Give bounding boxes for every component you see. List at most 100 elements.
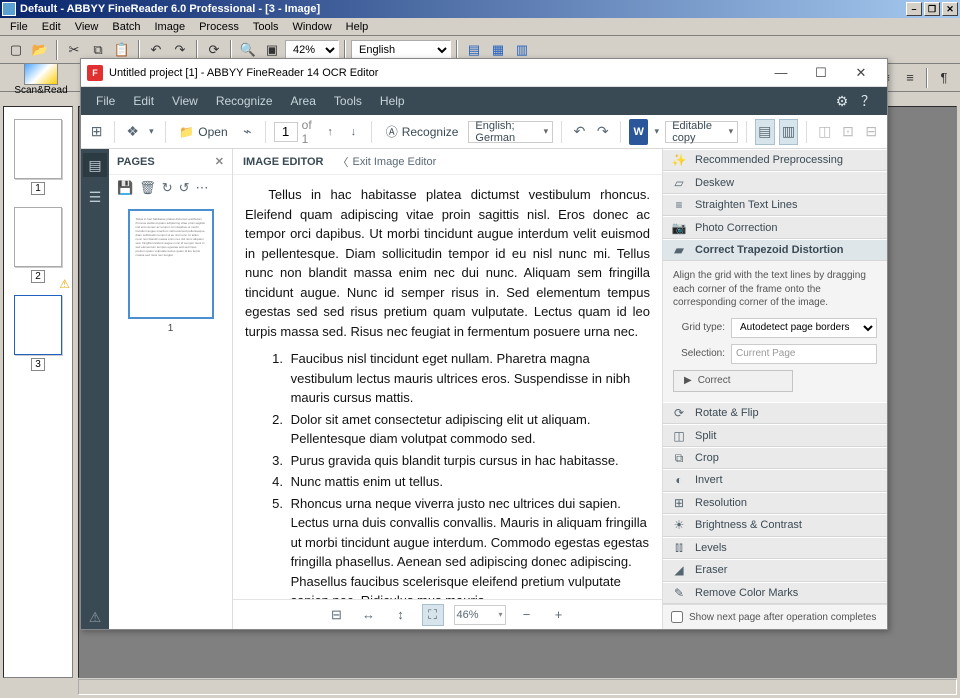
rotate-icon[interactable]: ↻ (162, 180, 173, 196)
fr6-horizontal-scrollbar[interactable] (78, 679, 957, 695)
scan-icon[interactable]: ⌁ (238, 119, 257, 145)
menu-image[interactable]: Image (148, 20, 193, 34)
selection-select[interactable]: Current Page (731, 344, 877, 364)
fr14-menu-file[interactable]: File (87, 90, 124, 112)
page-up-icon[interactable]: ↑ (320, 119, 339, 145)
fr14-menu-area[interactable]: Area (282, 90, 325, 112)
rail-pages-icon[interactable]: ▤ (83, 153, 107, 177)
zoom-in-icon[interactable]: + (548, 604, 570, 626)
tool-recommended[interactable]: ✨Recommended Preprocessing (663, 149, 887, 171)
recognize-button[interactable]: ⒶRecognize (380, 120, 465, 143)
fr14-close-button[interactable]: ✕ (841, 59, 881, 87)
menu-window[interactable]: Window (286, 20, 339, 34)
tool-brightness[interactable]: ☀Brightness & Contrast (663, 514, 887, 536)
pages-close-icon[interactable]: ✕ (215, 155, 224, 168)
restore-button[interactable]: ❐ (924, 2, 940, 16)
rail-warning-icon[interactable]: ⚠ (83, 605, 107, 629)
exit-image-editor-button[interactable]: 〈Exit Image Editor (337, 154, 436, 170)
thumb-1[interactable]: 1 (14, 119, 62, 195)
delete-icon[interactable]: 🗑 (139, 180, 156, 196)
list-item: Faucibus nisl tincidunt eget nullam. Pha… (287, 349, 650, 408)
fr14-menu-recognize[interactable]: Recognize (207, 90, 282, 112)
new-task-icon[interactable]: ⊞ (87, 119, 106, 145)
fit-vert-icon[interactable]: ↕ (390, 604, 412, 626)
page-thumbnail-1[interactable]: Tellus in hac habitasse platea dictumst … (128, 209, 214, 319)
tool-colormarks-label: Remove Color Marks (695, 587, 798, 599)
fr14-menu-edit[interactable]: Edit (124, 90, 163, 112)
open-icon[interactable]: 📂 (29, 39, 51, 61)
fit-page-icon[interactable]: ⛶ (422, 604, 444, 626)
menu-edit[interactable]: Edit (35, 20, 68, 34)
fr14-menu-view[interactable]: View (163, 90, 207, 112)
tool-levels[interactable]: ⫾⫾Levels (663, 537, 887, 559)
fit-width-icon[interactable]: ⊟ (326, 604, 348, 626)
options-icon[interactable]: ⊟ (862, 119, 881, 145)
menu-process[interactable]: Process (192, 20, 246, 34)
tool-resolution[interactable]: ⊞Resolution (663, 492, 887, 514)
align-justify-icon[interactable]: ≡ (899, 67, 921, 89)
open-button[interactable]: 📁Open (173, 122, 233, 142)
menu-help[interactable]: Help (339, 20, 376, 34)
language-dropdown[interactable]: English; German (468, 121, 553, 143)
minimize-button[interactable]: – (906, 2, 922, 16)
tool-rotate[interactable]: ⟳Rotate & Flip (663, 402, 887, 424)
redo-icon-14[interactable]: ↷ (593, 119, 612, 145)
save-icon[interactable]: 💾 (117, 180, 133, 196)
tool-eraser[interactable]: ◢Eraser (663, 559, 887, 581)
new-icon[interactable]: ▢ (5, 39, 27, 61)
help-icon[interactable]: ？ (855, 91, 881, 111)
fr14-menu-tools[interactable]: Tools (325, 90, 371, 112)
page-down-icon[interactable]: ↓ (344, 119, 363, 145)
tool-colormarks[interactable]: ✎Remove Color Marks (663, 582, 887, 604)
fit-horiz-icon[interactable]: ↔ (358, 604, 380, 626)
fr14-menu-help[interactable]: Help (371, 90, 414, 112)
view-image-icon[interactable]: ▤ (755, 119, 775, 145)
correct-button[interactable]: ▶Correct (673, 370, 793, 392)
menu-file[interactable]: File (3, 20, 35, 34)
view-text-icon[interactable]: ▥ (779, 119, 799, 145)
word-icon[interactable]: W (629, 119, 648, 145)
close-button[interactable]: ✕ (942, 2, 958, 16)
chevron-down-icon[interactable]: ▾ (146, 119, 156, 145)
pilcrow-icon[interactable]: ¶ (933, 67, 955, 89)
levels-icon: ⫾⫾ (671, 540, 687, 555)
menu-batch[interactable]: Batch (105, 20, 147, 34)
redo-page-icon[interactable]: ↺ (179, 180, 190, 196)
zoom-select[interactable]: 42% (285, 40, 339, 60)
output-dropdown[interactable]: Editable copy (665, 121, 738, 143)
rail-list-icon[interactable]: ☰ (83, 185, 107, 209)
verify-icon[interactable]: ⊡ (838, 119, 857, 145)
menu-view[interactable]: View (68, 20, 106, 34)
more-icon[interactable]: ⋯ (196, 180, 209, 196)
zoom-out-icon[interactable]: − (516, 604, 538, 626)
editor-zoom-select[interactable]: 46%▾ (454, 605, 506, 625)
fr14-left-rail: ▤ ☰ ⚠ (81, 149, 109, 629)
fr14-maximize-button[interactable]: ☐ (801, 59, 841, 87)
fr14-window: F Untitled project [1] - ABBYY FineReade… (80, 58, 888, 630)
warning-icon: ⚠ (59, 277, 70, 291)
grid-type-select[interactable]: Autodetect page borders (731, 318, 877, 338)
fr14-minimize-button[interactable]: — (761, 59, 801, 87)
thumb-3[interactable]: 3 (14, 295, 62, 371)
eraser-icon: ◢ (671, 563, 687, 577)
page-input[interactable] (274, 122, 298, 142)
tool-deskew[interactable]: ▱Deskew (663, 171, 887, 193)
tool-trapezoid[interactable]: ▰Correct Trapezoid Distortion (663, 239, 887, 261)
tool-crop[interactable]: ⧉Crop (663, 447, 887, 469)
editor-page-content[interactable]: Tellus in hac habitasse platea dictumst … (233, 175, 662, 599)
thumb-2[interactable]: ⚠ 2 (14, 207, 62, 283)
area-tool-icon[interactable]: ◫ (815, 119, 834, 145)
menu-tools[interactable]: Tools (246, 20, 286, 34)
settings-icon[interactable]: ⚙ (829, 93, 855, 110)
list-item: Rhoncus urna neque viverra justo nec ult… (287, 494, 650, 600)
scan-read-button[interactable]: Scan&Read (5, 63, 77, 101)
undo-icon-14[interactable]: ↶ (570, 119, 589, 145)
tool-straighten[interactable]: ≡Straighten Text Lines (663, 194, 887, 216)
tool-invert[interactable]: ◐Invert (663, 469, 887, 491)
word-chevron-icon[interactable]: ▾ (652, 119, 661, 145)
tool-photo[interactable]: 📷Photo Correction (663, 216, 887, 238)
tool-split[interactable]: ◫Split (663, 424, 887, 446)
show-next-page-checkbox[interactable] (671, 611, 683, 623)
layers-icon[interactable]: ❖ (123, 119, 142, 145)
language-select[interactable]: English (351, 40, 451, 60)
